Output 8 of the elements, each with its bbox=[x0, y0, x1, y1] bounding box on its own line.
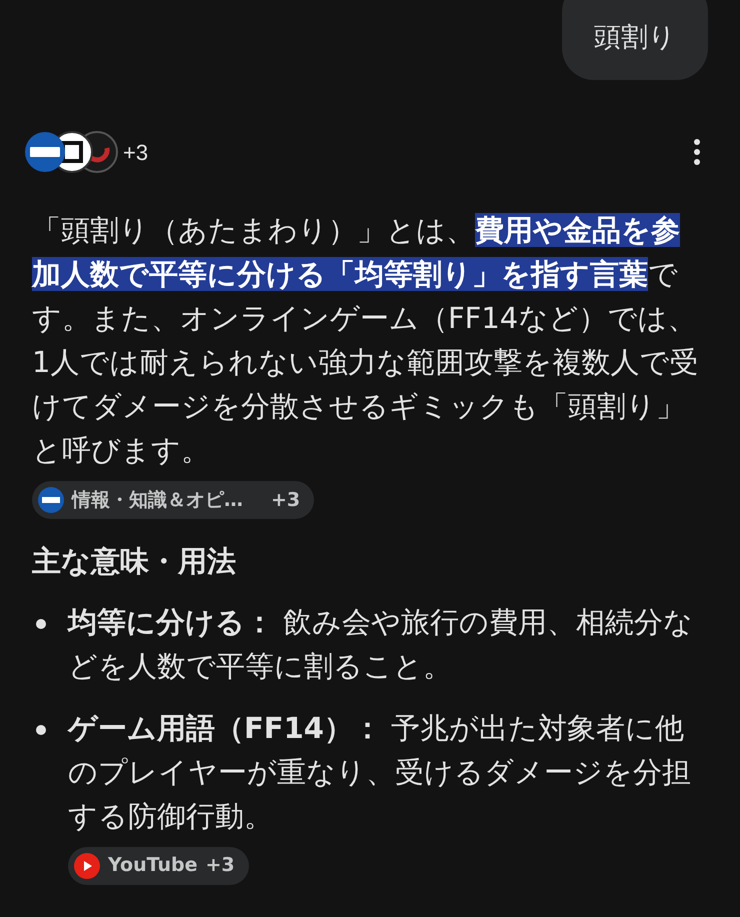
answer-paragraph: 「頭割り（あたまわり）」とは、費用や金品を参加人数で平等に分ける「均等割り」を指す言葉です。また、オンラインゲーム（FF14など）では、1人では耐えられない強力な範囲攻撃を複数人で受けてダメージを分散させるギミックも「頭割り」と呼びます。 bbox=[32, 212, 700, 469]
sources-count[interactable]: +3 bbox=[123, 136, 148, 168]
citation-chip[interactable]: 情報・知識＆オピ… +3 bbox=[32, 481, 314, 520]
section-heading: 主な意味・用法 bbox=[32, 543, 237, 580]
bullet-text: 均等に分ける： 飲み会や旅行の費用、相続分などを人数で平等に割ること。 bbox=[68, 604, 694, 684]
bullet-text: ゲーム用語（FF14）： 予兆が出た対象者に他のプレイヤーが重なり、受けるダメージを分担する防御行動。 bbox=[68, 710, 692, 834]
user-message: 頭割り bbox=[594, 20, 676, 55]
citation-chip[interactable]: YouTube +3 bbox=[68, 846, 249, 885]
